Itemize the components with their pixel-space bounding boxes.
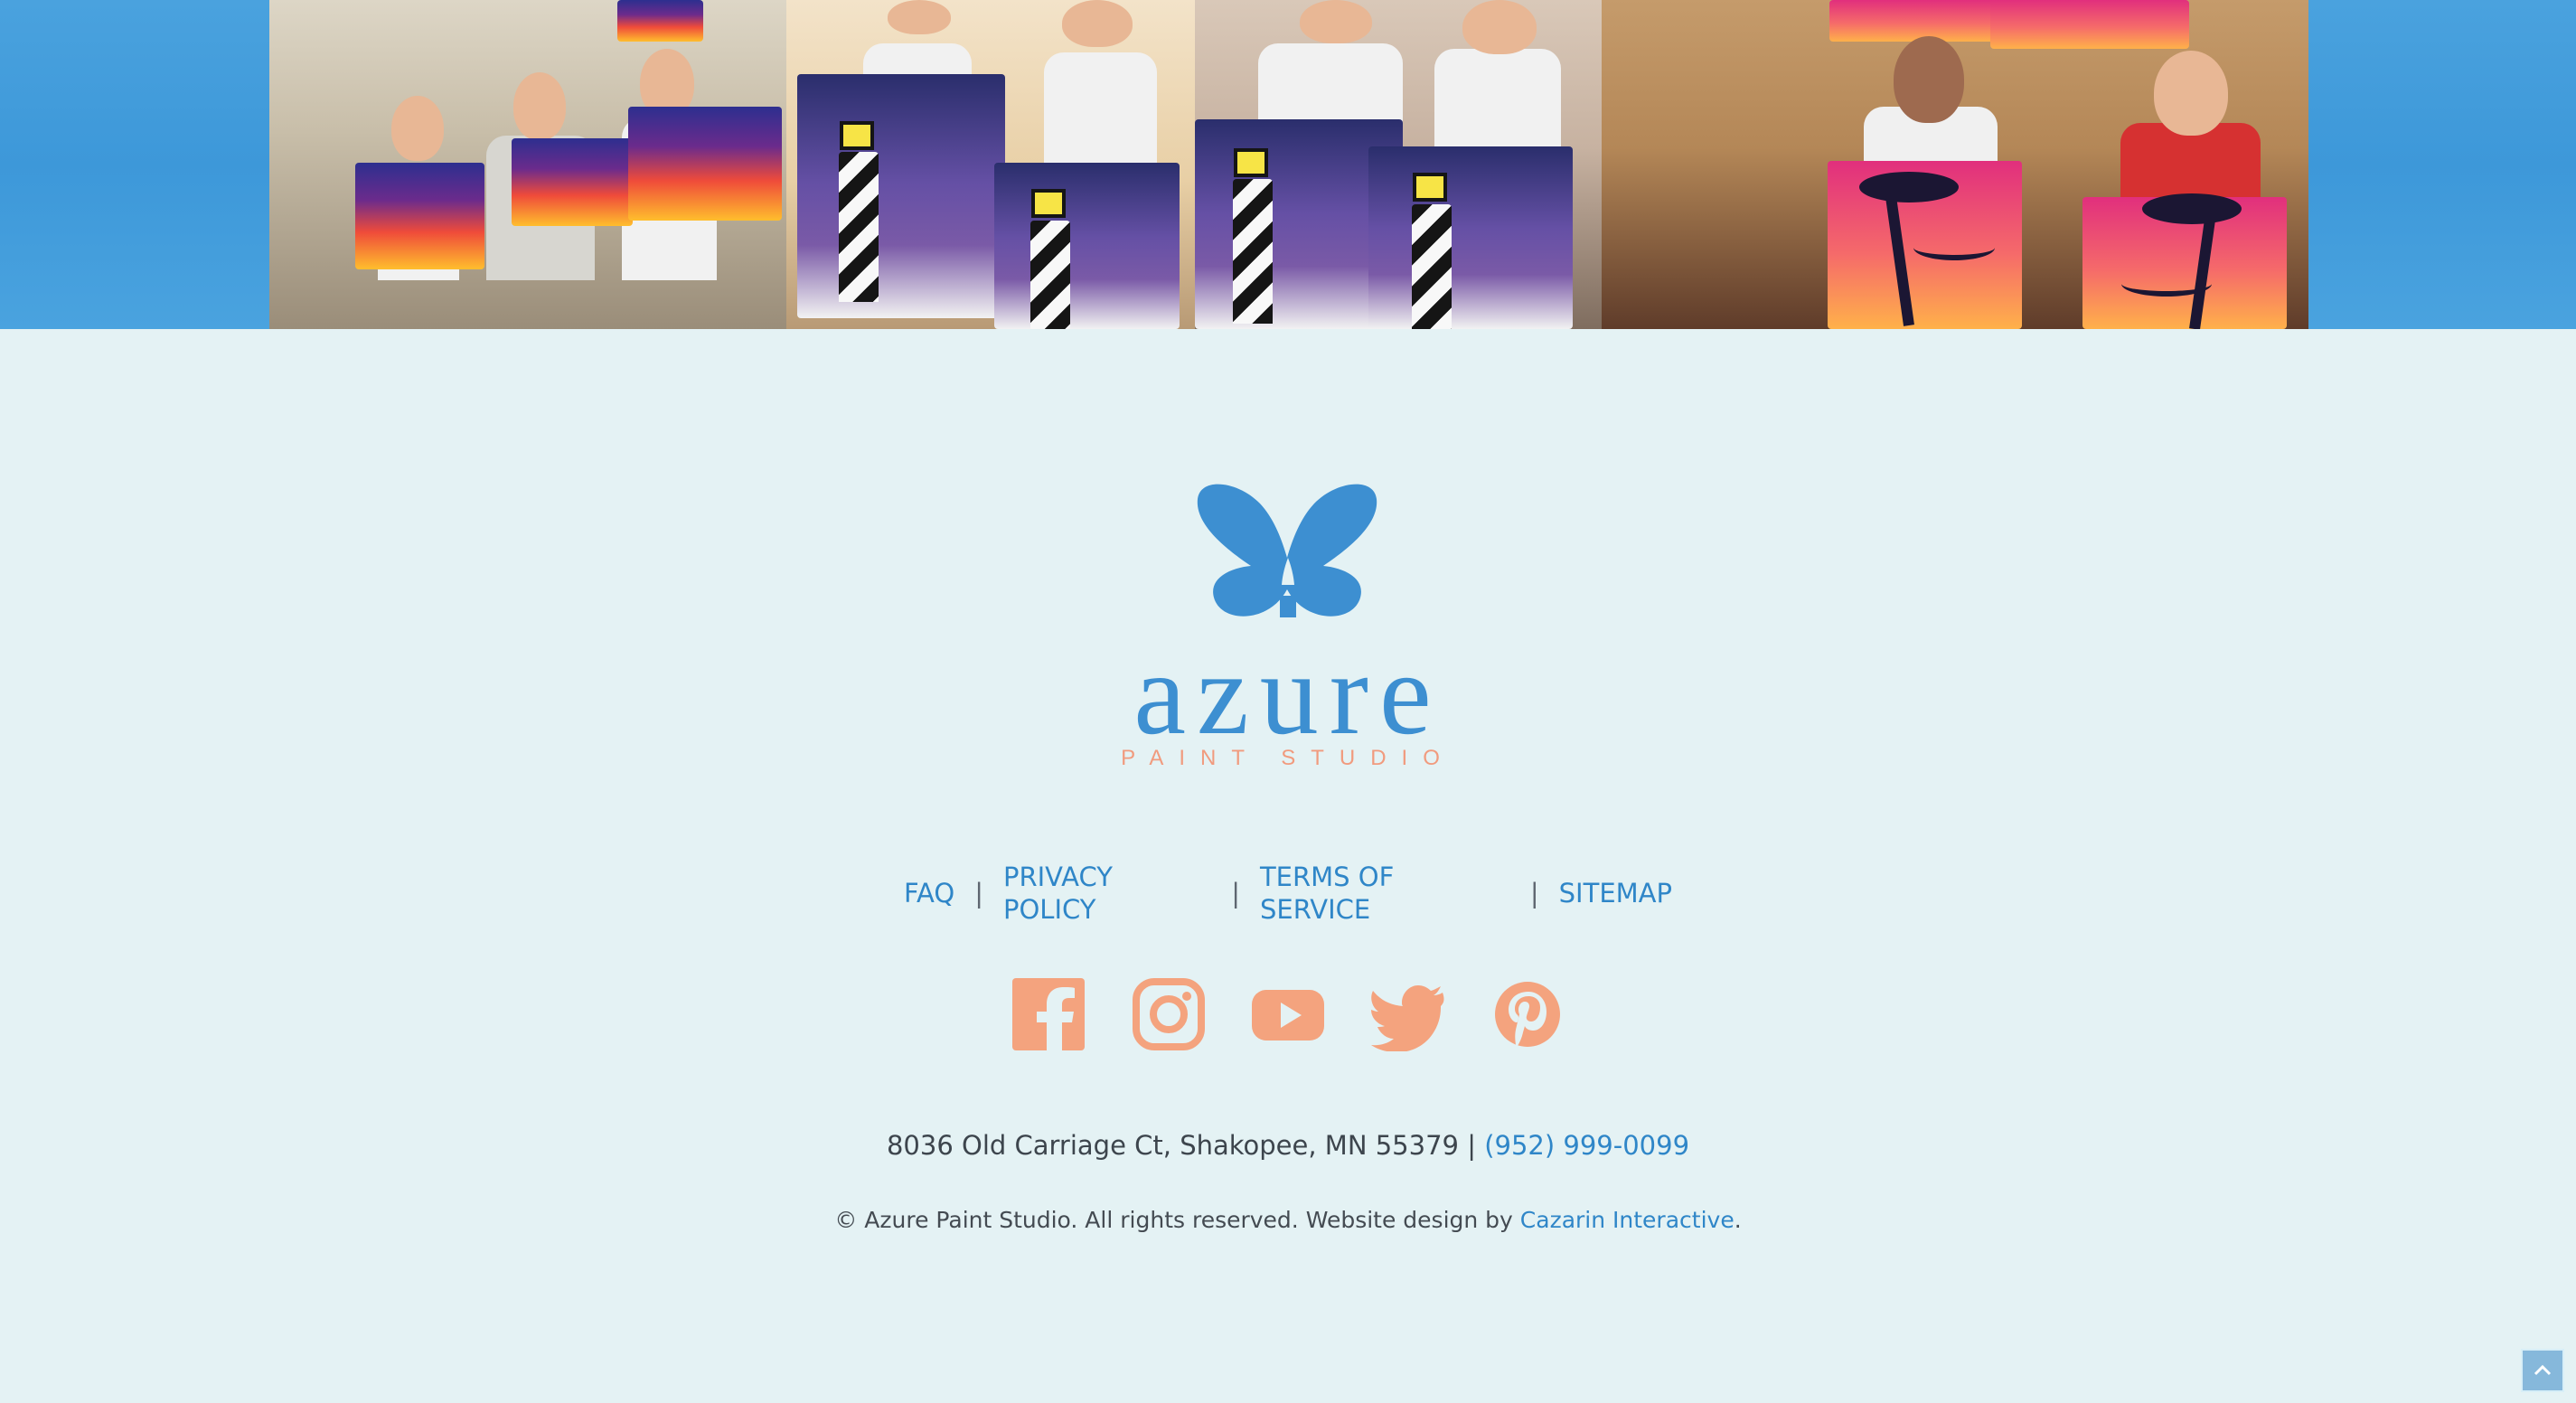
photo-panel-palm-group [1602,0,2308,329]
designer-link[interactable]: Cazarin Interactive [1520,1207,1735,1233]
butterfly-icon [1197,484,1377,617]
copyright-text: © Azure Paint Studio. All rights reserve… [834,1207,1520,1233]
faq-link[interactable]: FAQ [904,877,954,909]
photo-panel-lighthouse-right [1195,0,1602,329]
copyright-line: © Azure Paint Studio. All rights reserve… [0,1206,2576,1235]
back-to-top-button[interactable] [2521,1349,2564,1392]
contact-line: 8036 Old Carriage Ct, Shakopee, MN 55379… [0,1129,2576,1162]
facebook-icon [1012,978,1085,1051]
brand-wordmark: azure [1133,629,1443,759]
copyright-suffix: . [1734,1207,1742,1233]
instagram-icon [1132,978,1205,1050]
phone-link[interactable]: (952) 999-0099 [1484,1130,1689,1161]
link-separator: | [1231,878,1240,909]
pinterest-link[interactable] [1490,976,1565,1052]
photo-panel-lighthouse-left [786,0,1195,329]
twitter-icon [1370,985,1443,1051]
brand-subtitle: PAINT STUDIO [1121,746,1455,770]
address-text: 8036 Old Carriage Ct, Shakopee, MN 55379… [886,1130,1485,1161]
photo-panel-sunset-group [269,0,786,329]
terms-of-service-link[interactable]: TERMS OF SERVICE [1260,861,1510,926]
youtube-icon [1252,990,1324,1040]
privacy-policy-link[interactable]: PRIVACY POLICY [1003,861,1211,926]
youtube-link[interactable] [1250,976,1326,1052]
brand-logo[interactable]: azure PAINT STUDIO [1096,484,1480,773]
facebook-link[interactable] [1011,976,1086,1052]
hero-banner [0,0,2576,329]
twitter-link[interactable] [1370,976,1446,1052]
social-links [1011,976,1565,1052]
chevron-up-icon [2534,1364,2552,1376]
sitemap-link[interactable]: SITEMAP [1559,877,1672,909]
pinterest-icon [1495,982,1560,1047]
link-separator: | [974,878,983,909]
link-separator: | [1529,878,1539,909]
footer-navigation: FAQ | PRIVACY POLICY | TERMS OF SERVICE … [904,861,1672,926]
instagram-link[interactable] [1131,976,1207,1052]
banner-photo [269,0,2308,329]
